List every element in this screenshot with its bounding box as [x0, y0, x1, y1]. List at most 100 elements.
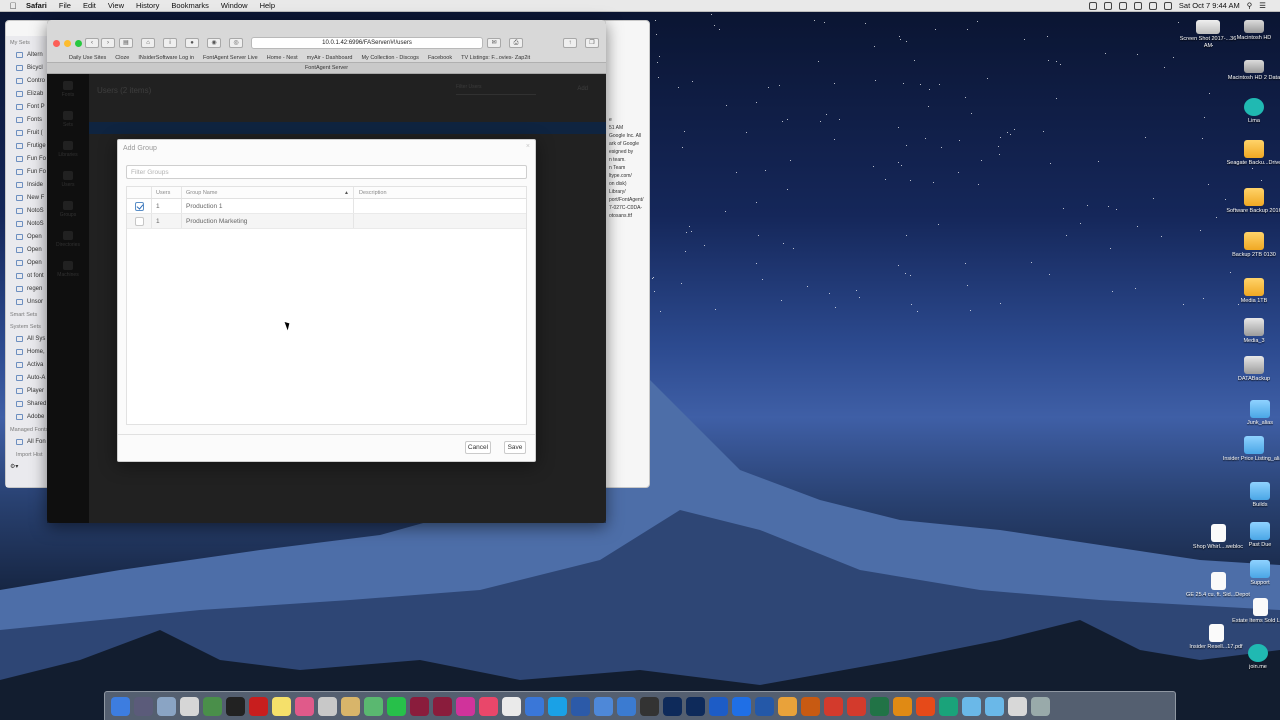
forward-icon[interactable]: › — [101, 38, 115, 48]
dock-app-icon[interactable] — [594, 696, 613, 716]
info-icon[interactable]: i — [163, 38, 177, 48]
desktop-icon[interactable]: DATABackup — [1222, 356, 1280, 383]
dock-app-icon[interactable] — [916, 696, 935, 716]
dock-app-icon[interactable] — [157, 696, 176, 716]
desktop-icon[interactable]: Backup 2TB 0130 — [1222, 232, 1280, 259]
dock-app-icon[interactable] — [548, 696, 567, 716]
extension-icon[interactable]: ◉ — [207, 38, 221, 48]
mail-icon[interactable]: ✉ — [487, 38, 501, 48]
desktop-icon[interactable]: GE 25.4 cu. ft. Sid...Depot — [1186, 572, 1250, 599]
bookmark-item[interactable]: Facebook — [428, 55, 452, 61]
dock-app-icon[interactable] — [318, 696, 337, 716]
desktop-icon[interactable]: Shop Whirl....webloc — [1186, 524, 1250, 551]
dock-app-icon[interactable] — [525, 696, 544, 716]
bookmark-item[interactable]: Daily Use Sites — [69, 55, 106, 61]
desktop-icon[interactable]: Estate Items Sold Lehr — [1228, 598, 1280, 625]
desktop-icon[interactable]: Builds — [1228, 482, 1280, 509]
dock-app-icon[interactable] — [709, 696, 728, 716]
home-icon[interactable]: ⌂ — [141, 38, 155, 48]
menu-window[interactable]: Window — [215, 1, 254, 10]
dock-app-icon[interactable] — [295, 696, 314, 716]
print-icon[interactable]: ⎙ — [509, 38, 523, 48]
bookmark-item[interactable]: Cloze — [115, 55, 129, 61]
dock-app-icon[interactable] — [203, 696, 222, 716]
tabs-icon[interactable]: ❐ — [585, 38, 599, 48]
status-icon[interactable] — [1118, 1, 1127, 10]
menu-clock[interactable]: Sat Oct 7 9:44 AM — [1179, 1, 1240, 10]
dock-app-icon[interactable] — [778, 696, 797, 716]
dock-app-icon[interactable] — [387, 696, 406, 716]
dock-app-icon[interactable] — [847, 696, 866, 716]
zoom-window-button[interactable] — [75, 40, 82, 47]
menu-file[interactable]: File — [53, 1, 77, 10]
desktop-icon[interactable]: Junk_alias — [1228, 400, 1280, 427]
save-button[interactable]: Save — [504, 441, 526, 454]
dock-app-icon[interactable] — [341, 696, 360, 716]
dock-app-icon[interactable] — [134, 696, 153, 716]
dock-app-icon[interactable] — [686, 696, 705, 716]
dock-app-icon[interactable] — [732, 696, 751, 716]
extension-icon[interactable]: ◎ — [229, 38, 243, 48]
apple-menu-icon[interactable]:  — [6, 1, 20, 11]
dock-app-icon[interactable] — [663, 696, 682, 716]
sidebar-icon[interactable]: ▤ — [119, 38, 133, 48]
minimize-window-button[interactable] — [64, 40, 71, 47]
desktop-icon[interactable]: Lima — [1222, 98, 1280, 125]
dock-app-icon[interactable] — [272, 696, 291, 716]
dock-app-icon[interactable] — [410, 696, 429, 716]
desktop-icon[interactable]: Media_3 — [1222, 318, 1280, 345]
dock-app-icon[interactable] — [364, 696, 383, 716]
cancel-button[interactable]: Cancel — [465, 441, 491, 454]
filter-groups-input[interactable] — [126, 165, 527, 179]
dock-app-icon[interactable] — [640, 696, 659, 716]
dock-app-icon[interactable] — [870, 696, 889, 716]
bookmark-item[interactable]: Home - Nest — [267, 55, 298, 61]
desktop-icon[interactable]: Seagate Backu...Drive — [1222, 140, 1280, 167]
users-column-header[interactable]: Users — [152, 187, 182, 198]
close-window-button[interactable] — [53, 40, 60, 47]
description-column-header[interactable]: Description — [354, 187, 526, 198]
bookmark-item[interactable]: FontAgent Server Live — [203, 55, 258, 61]
dock-app-icon[interactable] — [111, 696, 130, 716]
dock-app-icon[interactable] — [226, 696, 245, 716]
dock-app-icon[interactable] — [502, 696, 521, 716]
address-bar[interactable]: 10.0.1.42:6996/FAServer/#!/users — [251, 37, 483, 49]
dock-app-icon[interactable] — [893, 696, 912, 716]
group-row[interactable]: 1 Production 1 — [127, 199, 526, 214]
status-icon[interactable] — [1133, 1, 1142, 10]
close-icon[interactable]: × — [526, 143, 530, 150]
dock-app-icon[interactable] — [479, 696, 498, 716]
dock-app-icon[interactable] — [433, 696, 452, 716]
share-icon[interactable]: ↑ — [563, 38, 577, 48]
dock-app-icon[interactable] — [985, 696, 1004, 716]
bookmark-item[interactable]: My Collection - Discogs — [361, 55, 418, 61]
dock-app-icon[interactable] — [755, 696, 774, 716]
menu-app-name[interactable]: Safari — [20, 1, 53, 10]
dock-app-icon[interactable] — [962, 696, 981, 716]
bookmark-item[interactable]: myAir - Dashboard — [307, 55, 353, 61]
desktop-icon[interactable]: Macintosh HD 2 Data — [1222, 56, 1280, 82]
back-icon[interactable]: ‹ — [85, 38, 99, 48]
group-checkbox[interactable] — [134, 216, 144, 226]
bookmark-item[interactable]: INsiderSoftware Log in — [138, 55, 194, 61]
dock-app-icon[interactable] — [1008, 696, 1027, 716]
dock-app-icon[interactable] — [571, 696, 590, 716]
desktop-icon[interactable]: Insider Price Listing_alias — [1222, 436, 1280, 463]
battery-icon[interactable] — [1163, 1, 1172, 10]
dock-app-icon[interactable] — [456, 696, 475, 716]
menu-bookmarks[interactable]: Bookmarks — [165, 1, 215, 10]
menu-edit[interactable]: Edit — [77, 1, 102, 10]
status-icon[interactable] — [1088, 1, 1097, 10]
dock-app-icon[interactable] — [824, 696, 843, 716]
group-row[interactable]: 1 Production Marketing — [127, 214, 526, 229]
menu-history[interactable]: History — [130, 1, 165, 10]
dock-app-icon[interactable] — [180, 696, 199, 716]
dock-app-icon[interactable] — [939, 696, 958, 716]
group-checkbox[interactable] — [134, 201, 144, 211]
dock-app-icon[interactable] — [617, 696, 636, 716]
notification-center-icon[interactable]: ☰ — [1259, 1, 1266, 10]
group-name-column-header[interactable]: Group Name ▲ — [182, 187, 354, 198]
desktop-icon[interactable]: Software Backup 2016 — [1222, 188, 1280, 215]
desktop-icon[interactable]: Media 1TB — [1222, 278, 1280, 305]
spotlight-icon[interactable]: ⚲ — [1247, 1, 1253, 10]
